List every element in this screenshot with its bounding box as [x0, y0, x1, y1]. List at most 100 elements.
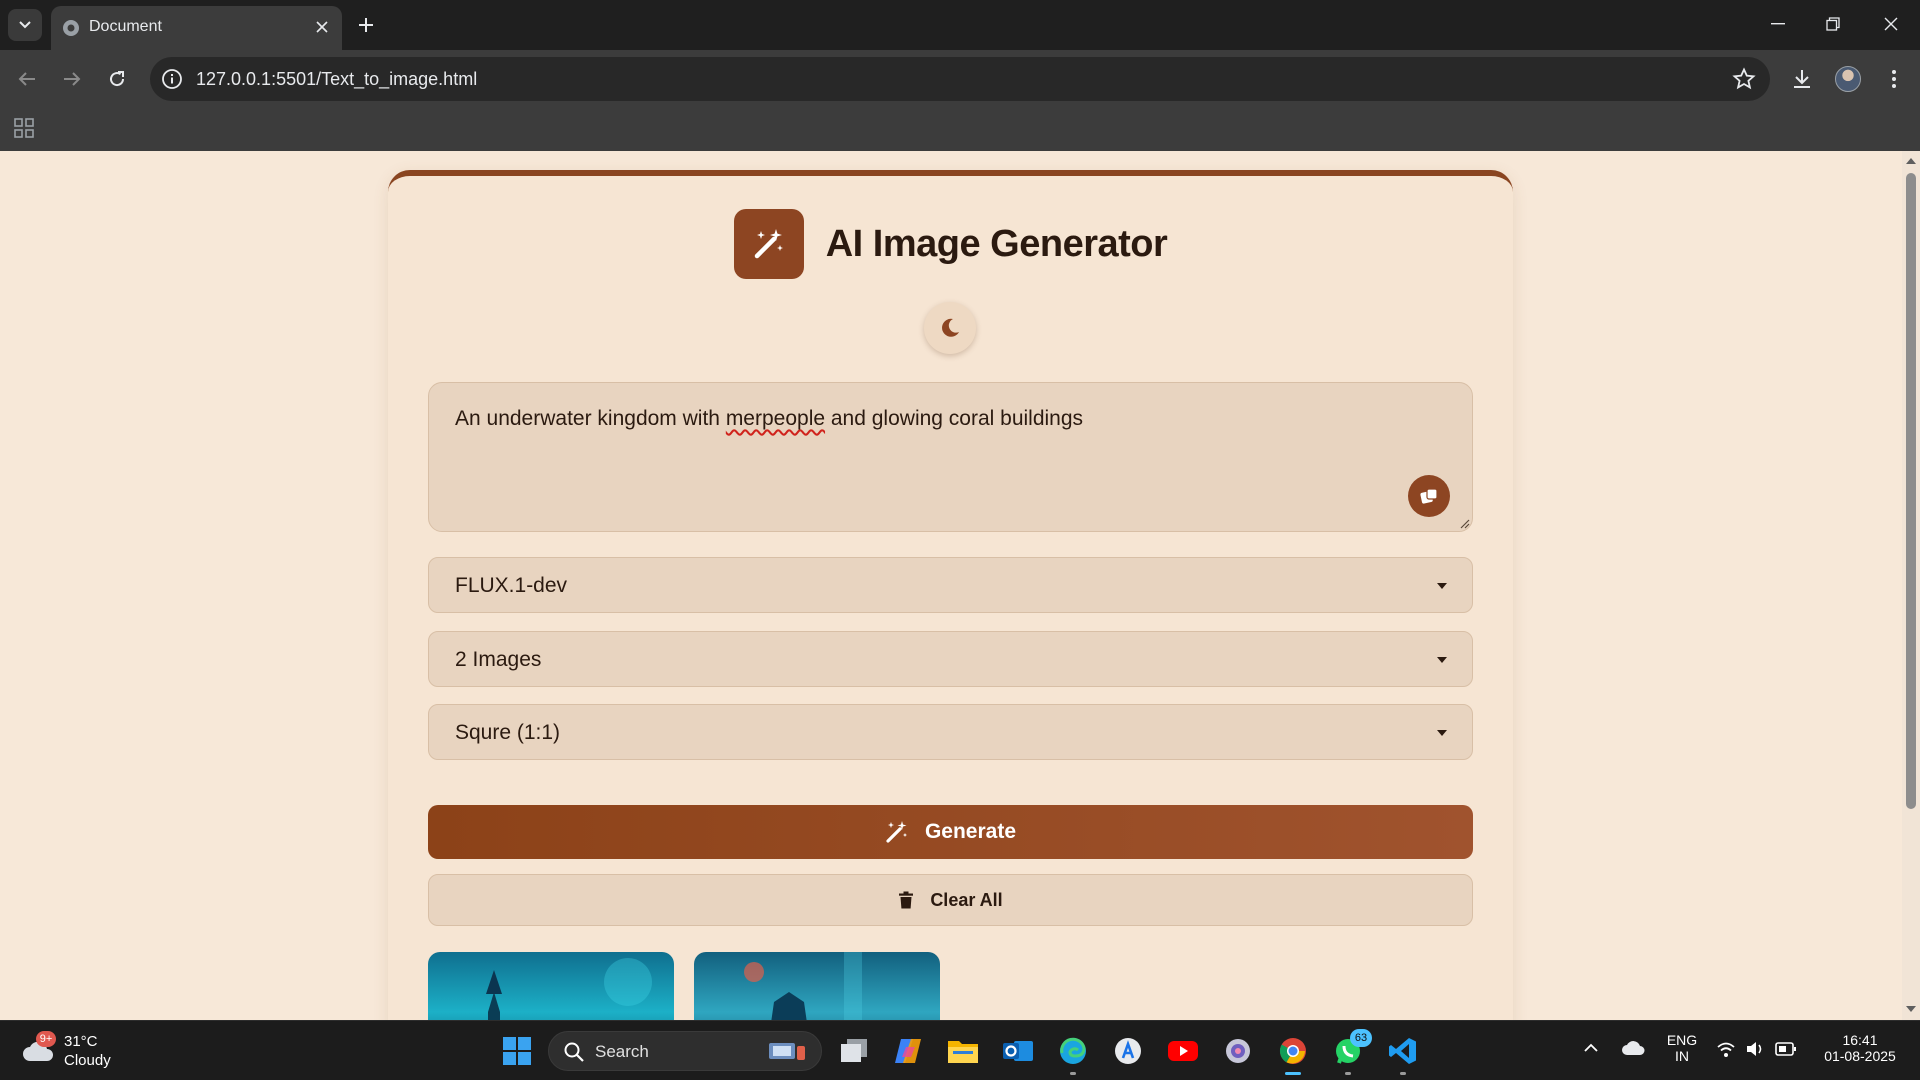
restore-button[interactable]: [1813, 8, 1853, 40]
onedrive-cloud-icon[interactable]: [1621, 1039, 1647, 1057]
active-tab[interactable]: Document: [51, 6, 342, 50]
apps-grid-icon[interactable]: [12, 116, 36, 140]
language-line2: IN: [1675, 1048, 1689, 1064]
clock[interactable]: 16:41 01-08-2025: [1808, 1032, 1912, 1064]
arrow-left-icon: [18, 72, 35, 86]
youtube-icon: [1168, 1041, 1198, 1061]
search-icon: [564, 1042, 584, 1062]
close-tab-button[interactable]: [312, 17, 332, 37]
avatar: [1835, 66, 1861, 92]
page-viewport: AI Image Generator An underwater kingdom…: [0, 151, 1920, 1020]
reload-button[interactable]: [101, 63, 133, 95]
random-prompt-button[interactable]: [1408, 475, 1450, 517]
site-info-icon[interactable]: [161, 68, 183, 90]
caret-down-icon: [1437, 583, 1447, 589]
app-store-icon: [1115, 1038, 1141, 1064]
downloads-button[interactable]: [1786, 63, 1818, 95]
browser-toolbar: 127.0.0.1:5501/Text_to_image.html: [0, 50, 1920, 108]
page-scrollbar[interactable]: [1902, 151, 1920, 1020]
bookmark-star-icon[interactable]: [1732, 67, 1756, 91]
outlook-button[interactable]: [998, 1031, 1038, 1071]
battery-icon[interactable]: [1775, 1041, 1797, 1057]
copilot-button[interactable]: [888, 1031, 928, 1071]
page-title: AI Image Generator: [825, 222, 1168, 265]
running-indicator: [1070, 1072, 1076, 1075]
minimize-button[interactable]: [1758, 8, 1798, 40]
app-store-button[interactable]: [1108, 1031, 1148, 1071]
underwater-castle-image: [486, 958, 652, 1020]
weather-temperature: 31°C: [64, 1033, 98, 1050]
language-indicator[interactable]: ENG IN: [1660, 1032, 1704, 1064]
minimize-icon: [1771, 23, 1785, 25]
scroll-down-arrow-icon[interactable]: [1905, 1003, 1917, 1015]
underwater-kingdom-image: [744, 952, 862, 1020]
copilot-icon: [895, 1039, 921, 1063]
file-explorer-icon: [948, 1041, 978, 1063]
clock-time: 16:41: [1842, 1032, 1878, 1048]
start-button[interactable]: [497, 1031, 537, 1071]
dice-icon: [1420, 488, 1438, 504]
browser-menu-button[interactable]: [1878, 63, 1910, 95]
clear-all-button[interactable]: Clear All: [428, 874, 1473, 926]
chrome-icon: [1279, 1038, 1306, 1064]
whatsapp-button[interactable]: 63: [1328, 1029, 1372, 1075]
active-app-indicator: [1285, 1072, 1301, 1075]
weather-condition: Cloudy: [64, 1052, 111, 1069]
theme-toggle-button[interactable]: [924, 302, 976, 354]
wifi-icon[interactable]: [1716, 1040, 1736, 1058]
task-view-icon: [841, 1039, 867, 1062]
magic-wand-icon: [886, 821, 907, 843]
weather-widget[interactable]: 9+ 31°C Cloudy: [20, 1029, 180, 1073]
language-line1: ENG: [1666, 1032, 1698, 1048]
tab-search-button[interactable]: [8, 9, 42, 41]
taskbar-search-label: Search: [595, 1042, 649, 1061]
magic-wand-icon: [754, 229, 783, 259]
vscode-icon: [1389, 1038, 1416, 1064]
clear-all-label: Clear All: [930, 889, 1003, 910]
scroll-up-arrow-icon[interactable]: [1905, 155, 1917, 167]
vscode-button[interactable]: [1383, 1031, 1423, 1075]
close-icon: [1884, 17, 1898, 31]
chevron-up-icon[interactable]: [1583, 1043, 1599, 1053]
task-view-button[interactable]: [834, 1031, 874, 1071]
model-select-value: FLUX.1-dev: [455, 574, 568, 597]
model-select[interactable]: FLUX.1-dev: [428, 557, 1473, 613]
moon-icon: [942, 318, 959, 337]
chrome-button[interactable]: [1273, 1031, 1313, 1075]
generated-image-1[interactable]: [428, 952, 674, 1020]
resize-grip-icon[interactable]: [1460, 519, 1470, 529]
generated-image-2[interactable]: [694, 952, 940, 1020]
generator-card: AI Image Generator An underwater kingdom…: [388, 170, 1513, 1020]
clock-date: 01-08-2025: [1824, 1048, 1896, 1064]
file-explorer-button[interactable]: [943, 1031, 983, 1071]
outlook-icon: [1003, 1041, 1033, 1061]
prompt-textarea[interactable]: An underwater kingdom with merpeople and…: [428, 382, 1473, 532]
address-bar[interactable]: 127.0.0.1:5501/Text_to_image.html: [150, 57, 1770, 101]
edge-icon: [1060, 1037, 1086, 1064]
aspect-ratio-select-value: Squre (1:1): [455, 721, 561, 744]
image-count-select[interactable]: 2 Images: [428, 631, 1473, 687]
volume-icon[interactable]: [1745, 1040, 1765, 1058]
forward-button[interactable]: [56, 63, 88, 95]
weather-badge: 9+: [36, 1031, 56, 1047]
browser-app-button[interactable]: [1218, 1031, 1258, 1071]
new-tab-button[interactable]: [352, 11, 380, 39]
aspect-ratio-select[interactable]: Squre (1:1): [428, 704, 1473, 760]
tab-title: Document: [89, 18, 162, 35]
close-window-button[interactable]: [1871, 8, 1911, 40]
scrollbar-thumb[interactable]: [1906, 173, 1916, 809]
running-indicator: [1400, 1072, 1406, 1075]
generate-button[interactable]: Generate: [428, 805, 1473, 859]
plus-icon: [359, 18, 373, 32]
taskbar-search[interactable]: Search: [548, 1031, 822, 1071]
image-count-select-value: 2 Images: [455, 648, 542, 671]
profile-button[interactable]: [1832, 63, 1864, 95]
whatsapp-badge: 63: [1350, 1029, 1372, 1047]
back-button[interactable]: [11, 63, 43, 95]
edge-button[interactable]: [1053, 1031, 1093, 1075]
windows-taskbar: 9+ 31°C Cloudy Search 63 ENG IN 16:41 01…: [0, 1020, 1920, 1080]
magic-wand-logo: [733, 209, 804, 279]
youtube-button[interactable]: [1163, 1031, 1203, 1071]
reload-icon: [110, 71, 125, 87]
download-icon: [1794, 70, 1810, 88]
